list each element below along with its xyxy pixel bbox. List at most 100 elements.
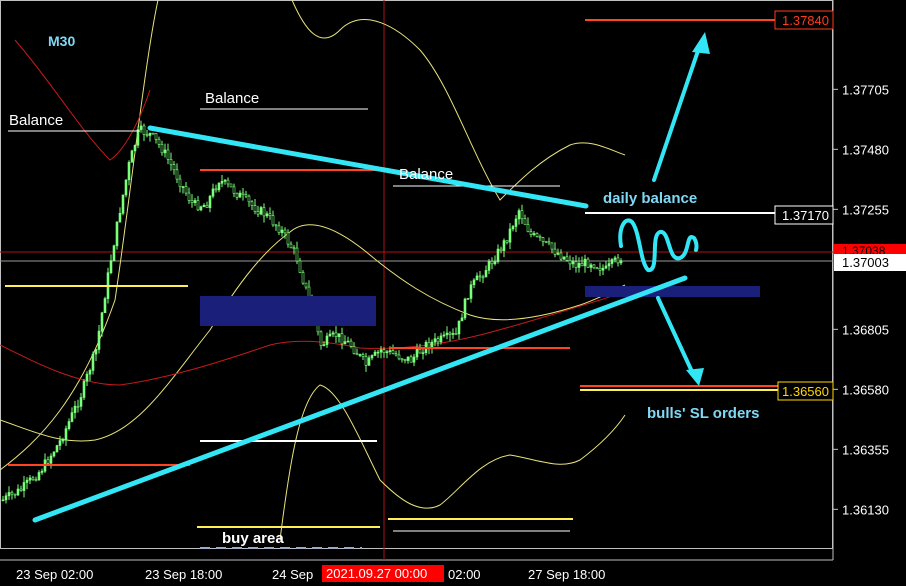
candle-body xyxy=(121,194,125,214)
candle-body xyxy=(511,226,515,230)
candle-body xyxy=(280,229,284,233)
arrow-up-head xyxy=(692,32,710,54)
candle-body xyxy=(259,207,263,215)
candle-body xyxy=(10,492,14,495)
candle-body xyxy=(235,192,239,198)
candle-body xyxy=(529,231,533,235)
y-tick-label: 1.37255 xyxy=(842,202,889,217)
candle-body xyxy=(253,205,257,212)
candle-body xyxy=(28,477,32,481)
candle-body xyxy=(520,210,524,220)
candle-body xyxy=(553,248,557,255)
trendline-upper xyxy=(147,125,589,209)
candle-body xyxy=(154,133,158,140)
arrow-down-head xyxy=(686,368,704,386)
candle-body xyxy=(550,242,554,250)
candle-body xyxy=(352,346,356,354)
candle-body xyxy=(469,284,473,299)
candle-body xyxy=(445,332,449,336)
candle-body xyxy=(538,236,542,238)
candle-body xyxy=(133,144,137,152)
candle-body xyxy=(544,241,548,243)
candle-body xyxy=(589,264,593,268)
candle-body xyxy=(16,488,20,496)
candle-body xyxy=(340,333,344,345)
candle-body xyxy=(268,213,272,216)
timeframe-label: M30 xyxy=(48,33,75,49)
candle-body xyxy=(301,272,305,284)
candle-body xyxy=(439,335,443,343)
candle-body xyxy=(406,356,410,361)
arrow-down-shaft xyxy=(656,296,696,378)
candle-body xyxy=(394,353,398,356)
candle-body xyxy=(463,298,467,319)
balance-label-3: Balance xyxy=(399,166,453,183)
candle-body xyxy=(391,350,395,354)
candle-body xyxy=(586,258,590,268)
candle-body xyxy=(208,195,212,208)
candle-body xyxy=(478,275,482,278)
y-tick-label: 1.36355 xyxy=(842,442,889,457)
candle-body xyxy=(571,261,575,265)
x-tick-4: 27 Sep 18:00 xyxy=(528,567,605,582)
candle-body xyxy=(580,263,584,267)
price-badge-ask: 1.37003 xyxy=(834,254,906,271)
candle-body xyxy=(277,225,281,233)
candle-body xyxy=(187,192,191,201)
candle-body xyxy=(7,492,11,497)
candle-body xyxy=(484,270,488,278)
candle-body xyxy=(400,358,404,361)
candle-body xyxy=(385,351,389,354)
candle-body xyxy=(58,440,62,446)
candle-body xyxy=(232,186,236,194)
candle-body xyxy=(238,192,242,198)
price-badge-low: 1.36560 xyxy=(777,381,834,401)
cursor-time-label: 2021.09.27 00:00 xyxy=(326,566,427,581)
candle-body xyxy=(562,256,566,260)
candle-body xyxy=(343,341,347,345)
candle-body xyxy=(457,320,461,335)
candle-body xyxy=(40,470,44,473)
candle-body xyxy=(370,355,374,359)
candle-body xyxy=(49,455,53,464)
candle-body xyxy=(94,349,98,355)
candle-body xyxy=(19,488,23,491)
candle-body xyxy=(64,428,68,441)
candle-body xyxy=(517,210,521,220)
x-tick-3: 02:00 xyxy=(448,567,481,582)
candle-body xyxy=(604,265,608,269)
candle-body xyxy=(34,479,38,482)
candle-body xyxy=(157,138,161,145)
candle-body xyxy=(283,229,287,234)
candle-body xyxy=(160,144,164,154)
candle-body xyxy=(499,248,503,251)
bulls-sl-label: bulls' SL orders xyxy=(647,405,760,422)
candle-body xyxy=(436,338,440,343)
candle-body xyxy=(442,334,446,337)
candle-body xyxy=(109,260,113,273)
price-badge-balance: 1.37170 xyxy=(774,205,834,225)
balance-label-2: Balance xyxy=(205,90,259,107)
candle-body xyxy=(256,211,260,215)
candle-body xyxy=(448,332,452,335)
candle-body xyxy=(556,252,560,255)
candle-body xyxy=(460,317,464,322)
candle-body xyxy=(367,357,371,366)
candle-body xyxy=(181,186,185,188)
candle-body xyxy=(136,129,140,146)
candle-body xyxy=(190,200,194,203)
candle-body xyxy=(247,195,251,203)
candle-body xyxy=(1,499,5,502)
candle-body xyxy=(355,353,359,356)
candle-body xyxy=(85,373,89,382)
candle-body xyxy=(616,257,620,264)
candle-body xyxy=(229,183,233,188)
candle-body xyxy=(409,356,413,363)
candle-body xyxy=(523,218,527,225)
candle-body xyxy=(118,213,122,223)
candle-body xyxy=(433,338,437,343)
candle-body xyxy=(22,482,26,491)
candle-body xyxy=(175,169,179,180)
candle-body xyxy=(403,358,407,361)
candle-body xyxy=(505,240,509,243)
